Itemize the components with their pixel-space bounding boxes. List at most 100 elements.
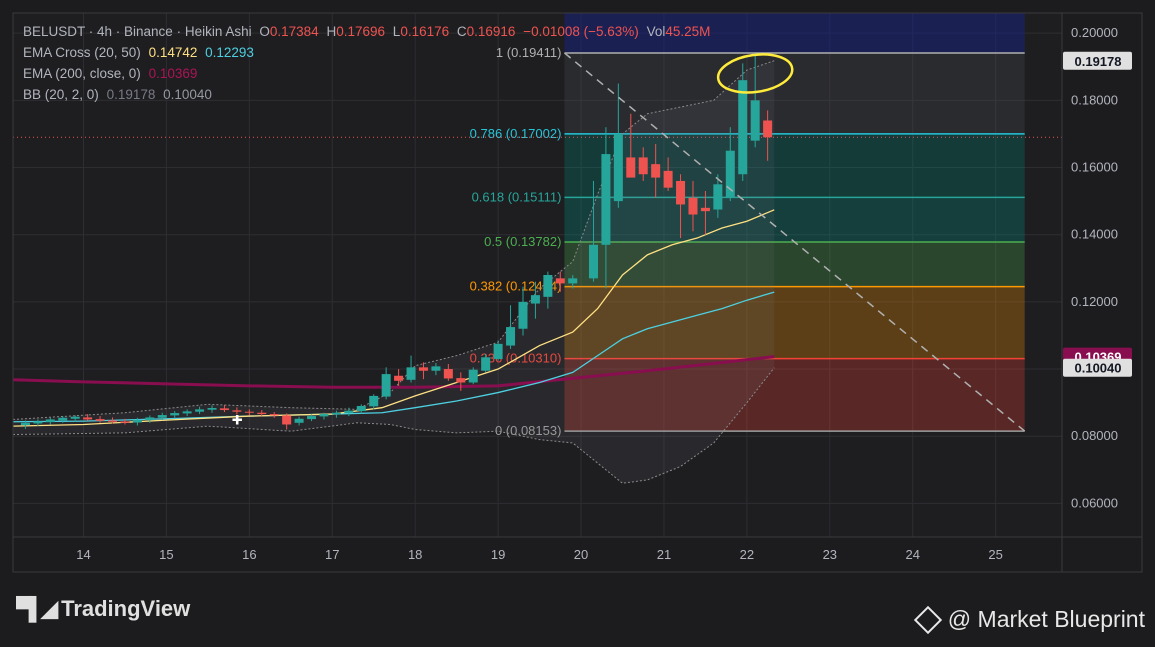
candle-body[interactable]	[58, 417, 68, 421]
candle-body[interactable]	[331, 412, 341, 415]
watermark-text: @ Market Blueprint	[947, 606, 1145, 632]
ohlc-close: C0.16916	[456, 24, 516, 39]
candle-body[interactable]	[45, 419, 55, 423]
candle-body[interactable]	[588, 244, 598, 279]
candle-body[interactable]	[725, 150, 735, 198]
candle-body[interactable]	[518, 301, 528, 329]
candle-body[interactable]	[601, 154, 611, 245]
candle-body[interactable]	[613, 133, 623, 202]
fib-level-label: 0.618 (0.15111)	[472, 189, 562, 204]
candle-body[interactable]	[282, 415, 292, 425]
candle-body[interactable]	[207, 408, 217, 410]
legend-row-bb[interactable]: BB (20, 2, 0) 0.19178 0.10040	[23, 87, 216, 102]
candle-body[interactable]	[344, 410, 354, 414]
fib-level-label: 1 (0.19411)	[496, 45, 562, 60]
ohlc-low: L0.16176	[392, 24, 450, 39]
candle-body[interactable]	[381, 374, 391, 397]
y-tick-label: 0.12000	[1071, 294, 1118, 309]
candle-body[interactable]	[319, 414, 329, 417]
x-tick-label: 25	[988, 547, 1002, 562]
candle-body[interactable]	[83, 417, 93, 420]
candle-body[interactable]	[443, 369, 453, 379]
x-tick-label: 23	[823, 547, 837, 562]
fib-level-label: 0.786 (0.17002)	[470, 126, 562, 141]
y-tick-label: 0.18000	[1071, 92, 1118, 107]
tradingview-logo-text: TradingView	[61, 596, 191, 621]
candle-body[interactable]	[638, 157, 648, 175]
ema-cross-slow-value: 0.12293	[205, 45, 254, 60]
candle-body[interactable]	[738, 80, 748, 175]
x-tick-label: 16	[242, 547, 256, 562]
candle-body[interactable]	[543, 275, 553, 297]
ema-cross-label: EMA Cross (20, 50)	[23, 45, 141, 60]
y-tick-label: 0.06000	[1071, 495, 1118, 510]
fib-level-label: 0.5 (0.13782)	[484, 234, 561, 249]
candle-body[interactable]	[132, 419, 142, 423]
candle-body[interactable]	[418, 367, 428, 371]
candle-body[interactable]	[406, 367, 416, 380]
price-badge-label: 0.10040	[1075, 361, 1122, 376]
candle-body[interactable]	[763, 120, 773, 138]
candle-body[interactable]	[307, 416, 317, 420]
candle-body[interactable]	[651, 164, 661, 178]
candle-body[interactable]	[688, 197, 698, 215]
candle-body[interactable]	[219, 408, 229, 411]
legend-row-symbol: BELUSDT · 4h · Binance · Heikin Ashi O0.…	[23, 24, 714, 39]
candle-body[interactable]	[95, 419, 105, 421]
x-tick-label: 24	[906, 547, 920, 562]
candle-body[interactable]	[676, 180, 686, 205]
candle-body[interactable]	[145, 417, 155, 421]
candle-body[interactable]	[356, 406, 366, 412]
x-tick-label: 17	[325, 547, 339, 562]
ema200-value: 0.10369	[148, 66, 198, 81]
symbol-label: BELUSDT · 4h · Binance · Heikin Ashi	[23, 24, 252, 39]
legend-row-ema200[interactable]: EMA (200, close, 0) 0.10369	[23, 66, 201, 81]
candle-body[interactable]	[530, 295, 540, 304]
candle-body[interactable]	[456, 378, 466, 383]
candle-body[interactable]	[663, 170, 673, 188]
tradingview-logo[interactable]: ▀▌◢ TradingView	[16, 596, 190, 622]
volume: Vol45.25M	[646, 24, 711, 39]
candle-body[interactable]	[294, 418, 304, 423]
candle-body[interactable]	[750, 100, 760, 141]
candle-body[interactable]	[626, 157, 636, 178]
x-tick-label: 20	[574, 547, 588, 562]
candle-body[interactable]	[182, 411, 192, 414]
legend-row-ema-cross[interactable]: EMA Cross (20, 50) 0.14742 0.12293	[23, 45, 258, 60]
candle-body[interactable]	[108, 420, 118, 422]
bb-label: BB (20, 2, 0)	[23, 87, 99, 102]
candle-body[interactable]	[195, 409, 205, 412]
candle-body[interactable]	[568, 278, 578, 284]
y-tick-label: 0.20000	[1071, 25, 1118, 40]
x-tick-label: 19	[491, 547, 505, 562]
candle-body[interactable]	[269, 414, 279, 416]
candle-body[interactable]	[157, 415, 167, 418]
x-tick-label: 21	[657, 547, 671, 562]
candle-body[interactable]	[493, 343, 503, 359]
y-tick-label: 0.08000	[1071, 428, 1118, 443]
candle-body[interactable]	[713, 184, 723, 210]
crosshair-icon: ✚	[232, 413, 243, 428]
candle-body[interactable]	[70, 416, 80, 419]
candle-body[interactable]	[555, 278, 565, 284]
candle-body[interactable]	[481, 357, 491, 371]
candle-body[interactable]	[232, 410, 242, 412]
candle-body[interactable]	[20, 422, 30, 426]
candle-body[interactable]	[506, 327, 516, 346]
candle-body[interactable]	[244, 411, 254, 413]
x-tick-label: 22	[740, 547, 754, 562]
candle-body[interactable]	[120, 421, 130, 423]
candle-body[interactable]	[431, 366, 441, 371]
candle-body[interactable]	[700, 207, 710, 212]
candle-body[interactable]	[170, 413, 180, 416]
bb-lower-value: 0.10040	[163, 87, 212, 102]
candle-body[interactable]	[257, 412, 267, 415]
candle-body[interactable]	[468, 369, 478, 383]
ohlc-open: O0.17384	[259, 24, 319, 39]
price-badge-label: 0.19178	[1075, 54, 1122, 69]
diamond-logo-icon	[913, 605, 942, 634]
y-tick-label: 0.16000	[1071, 160, 1118, 175]
candle-body[interactable]	[369, 395, 379, 407]
candle-body[interactable]	[394, 375, 404, 381]
candle-body[interactable]	[33, 421, 43, 424]
